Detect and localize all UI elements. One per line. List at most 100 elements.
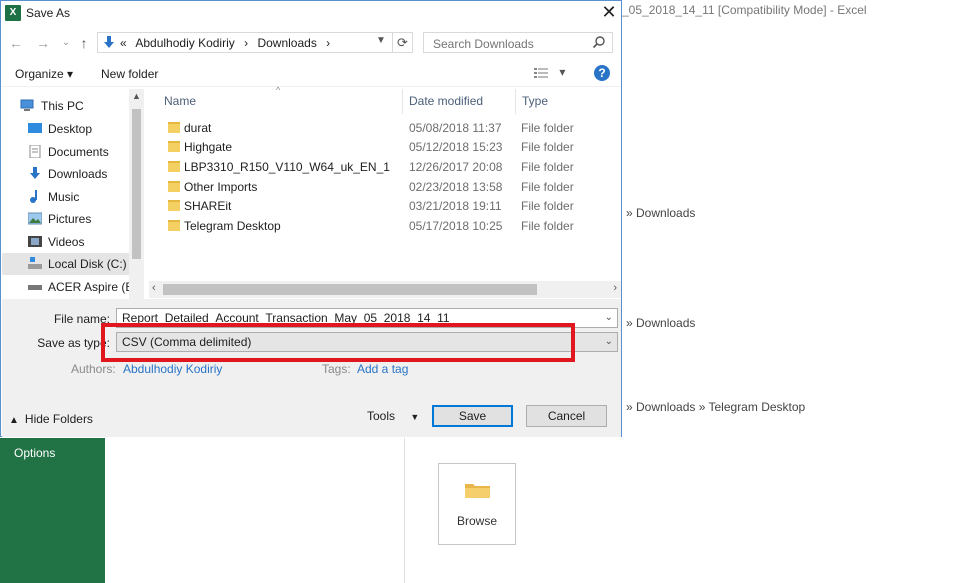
column-separator[interactable] <box>515 89 516 114</box>
scrollbar-thumb[interactable] <box>132 109 141 259</box>
forward-button[interactable]: → <box>35 34 51 52</box>
view-list-icon <box>534 67 548 78</box>
excel-icon: X <box>5 5 21 21</box>
horizontal-scrollbar[interactable]: ‹ › <box>149 281 621 298</box>
search-icon <box>592 36 605 49</box>
highlight-box <box>101 323 575 362</box>
file-name: Highgate <box>184 140 233 154</box>
column-type[interactable]: Type <box>522 94 548 108</box>
breadcrumb-overflow[interactable]: « <box>120 36 127 50</box>
organize-button[interactable]: Organize ▾ <box>15 67 73 81</box>
caret-down-icon: ▼ <box>410 412 420 422</box>
scroll-left-icon[interactable]: ‹ <box>152 282 156 294</box>
folder-icon <box>465 484 490 498</box>
scroll-right-icon[interactable]: › <box>613 282 617 294</box>
file-type: File folder <box>521 180 574 194</box>
nav-item-documents[interactable]: Documents <box>2 141 130 163</box>
cancel-button[interactable]: Cancel <box>526 405 607 427</box>
nav-item-videos[interactable]: Videos <box>2 231 130 253</box>
folder-icon <box>168 141 180 152</box>
file-row[interactable]: Other Imports 02/23/2018 13:58 File fold… <box>151 177 611 197</box>
nav-label: Desktop <box>48 122 93 136</box>
breadcrumb-item[interactable]: Abdulhodiy Kodiriy <box>135 36 234 50</box>
downloads-icon <box>104 36 114 48</box>
breadcrumb-item[interactable]: Downloads <box>257 36 316 50</box>
hide-folders-button[interactable]: ▲ Hide Folders <box>9 412 93 426</box>
file-row[interactable]: LBP3310_R150_V110_W64_uk_EN_1 12/26/2017… <box>151 157 611 177</box>
file-list-header: Name ^ Date modified Type <box>151 85 621 114</box>
column-separator[interactable] <box>402 89 403 114</box>
nav-item-music[interactable]: Music <box>2 186 130 208</box>
tags-label: Tags: <box>322 362 351 376</box>
scrollbar-thumb[interactable] <box>163 284 537 295</box>
nav-label: Downloads <box>48 167 108 181</box>
options-menu-item[interactable]: Options <box>14 446 55 460</box>
chevron-down-icon[interactable]: ⌄ <box>605 336 613 347</box>
nav-item-acer-aspire[interactable]: ACER Aspire (E:) <box>2 276 141 298</box>
navigation-scrollbar[interactable]: ▲ <box>129 89 144 299</box>
sort-ascending-icon: ^ <box>276 85 281 95</box>
help-button[interactable]: ? <box>594 65 610 81</box>
file-date: 12/26/2017 20:08 <box>409 160 503 174</box>
nav-item-local-disk[interactable]: Local Disk (C:) <box>2 253 130 275</box>
chevron-down-icon[interactable]: ▼ <box>376 35 386 46</box>
file-row[interactable]: durat 05/08/2018 11:37 File folder <box>151 118 611 138</box>
tags-value[interactable]: Add a tag <box>357 362 408 376</box>
nav-item-this-pc[interactable]: This PC <box>2 95 130 117</box>
folder-icon <box>168 161 180 172</box>
recent-folder-path[interactable]: » Downloads <box>626 206 695 220</box>
downloads-icon <box>30 167 40 179</box>
address-bar[interactable]: « Abdulhodiy Kodiriy › Downloads › ▼ <box>97 32 393 53</box>
column-date-modified[interactable]: Date modified <box>409 94 483 108</box>
file-date: 05/17/2018 10:25 <box>409 219 503 233</box>
browse-label: Browse <box>456 514 497 528</box>
recent-folder-path[interactable]: » Downloads <box>626 316 695 330</box>
nav-label: Music <box>48 190 80 204</box>
breadcrumb-separator[interactable]: › <box>244 36 248 50</box>
authors-value[interactable]: Abdulhodiy Kodiriy <box>123 362 222 376</box>
back-button[interactable]: ← <box>8 34 24 52</box>
close-button[interactable]: ✕ <box>597 2 621 24</box>
folder-icon <box>168 122 180 133</box>
file-row[interactable]: SHAREit 03/21/2018 19:11 File folder <box>151 196 611 216</box>
videos-icon <box>28 236 42 247</box>
nav-item-pictures[interactable]: Pictures <box>2 208 130 230</box>
file-row[interactable]: Telegram Desktop 05/17/2018 10:25 File f… <box>151 216 611 236</box>
file-name: Other Imports <box>184 180 258 194</box>
recent-folder-path[interactable]: » Downloads » Telegram Desktop <box>626 400 805 414</box>
file-name: SHAREit <box>184 199 232 213</box>
search-input[interactable] <box>431 36 595 52</box>
search-box[interactable] <box>423 32 613 53</box>
recent-locations-button[interactable]: ⌄ <box>58 34 74 52</box>
command-bar: Organize ▾ New folder ▾ ? <box>2 61 621 87</box>
nav-label: Videos <box>48 235 85 249</box>
save-as-dialog: X Save As ✕ ← → ⌄ ↑ « Abdulhodiy Kodiriy… <box>0 0 622 437</box>
change-view-button[interactable]: ▾ <box>534 65 570 81</box>
nav-label: This PC <box>41 99 84 113</box>
column-name[interactable]: Name <box>164 94 196 108</box>
file-type: File folder <box>521 140 574 154</box>
nav-label: ACER Aspire (E:) <box>48 280 141 294</box>
file-date: 05/08/2018 11:37 <box>409 121 502 135</box>
breadcrumb-separator[interactable]: › <box>326 36 330 50</box>
file-date: 02/23/2018 13:58 <box>409 180 503 194</box>
browse-button[interactable]: Browse <box>438 463 516 545</box>
documents-icon <box>29 145 41 158</box>
nav-item-desktop[interactable]: Desktop <box>2 118 130 140</box>
nav-item-downloads[interactable]: Downloads <box>2 163 130 185</box>
file-name: durat <box>184 121 212 135</box>
chevron-down-icon[interactable]: ⌄ <box>605 312 613 323</box>
tools-menu[interactable]: Tools ▼ <box>367 409 419 423</box>
view-dropdown-arrow[interactable]: ▾ <box>559 65 565 79</box>
scroll-up-icon[interactable]: ▲ <box>132 91 141 101</box>
new-folder-button[interactable]: New folder <box>101 67 158 81</box>
file-row[interactable]: Highgate 05/12/2018 15:23 File folder <box>151 137 611 157</box>
nav-label: Local Disk (C:) <box>48 257 127 271</box>
drive-icon <box>28 285 42 290</box>
dialog-titlebar[interactable]: X Save As ✕ <box>1 1 621 25</box>
save-button[interactable]: Save <box>432 405 513 427</box>
up-button[interactable]: ↑ <box>76 34 92 52</box>
chevron-up-icon: ▲ <box>9 415 19 426</box>
refresh-button[interactable]: ⟳ <box>393 32 413 53</box>
folder-icon <box>168 181 180 192</box>
